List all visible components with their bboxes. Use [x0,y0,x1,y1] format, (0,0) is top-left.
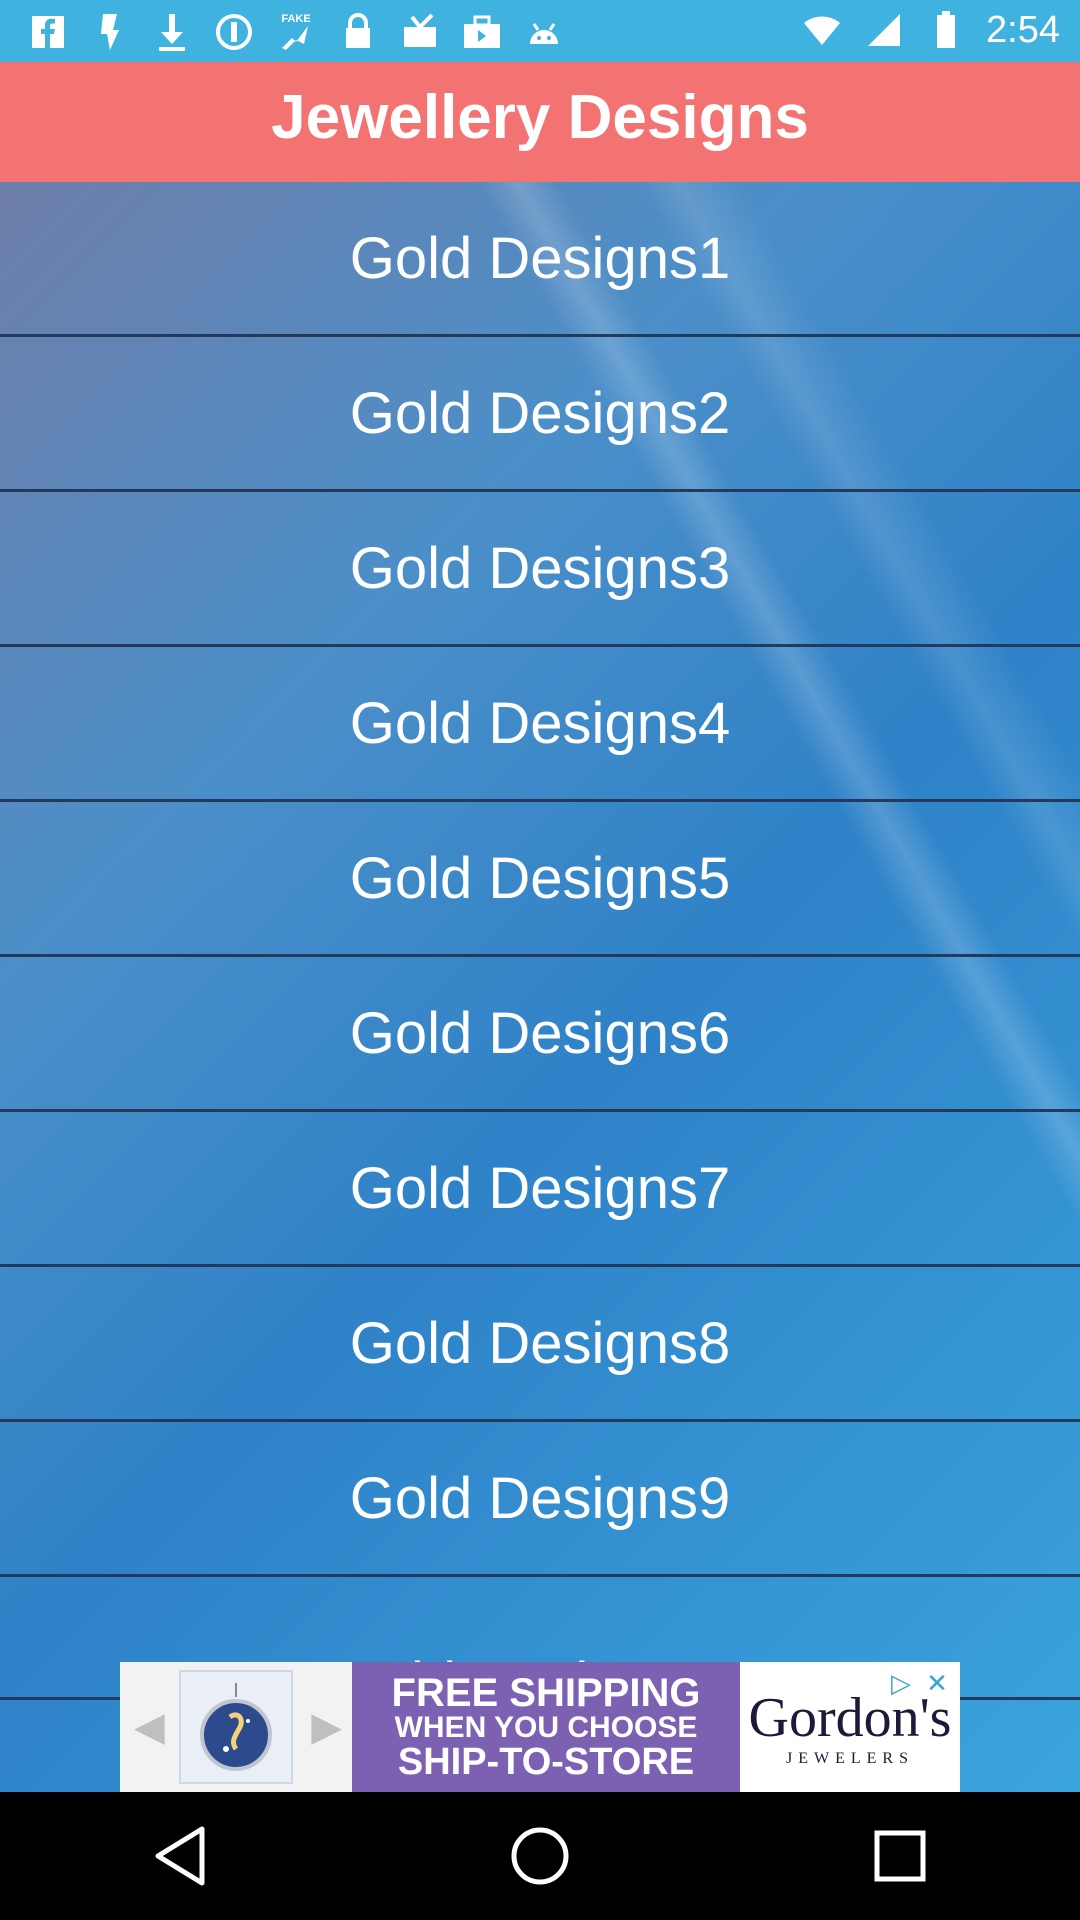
facebook-icon [26,10,70,54]
svg-text:FAKE: FAKE [281,13,310,25]
android-icon [522,10,566,54]
list-item-label: Gold Designs1 [349,225,731,291]
list-item-gold-designs-6[interactable]: Gold Designs6 [0,957,1080,1112]
ad-carousel[interactable]: ◀ ▶ [120,1662,352,1792]
ad-line-2: WHEN YOU CHOOSE [394,1711,698,1744]
status-right: 2:54 [800,8,1060,52]
ad-prev-arrow-icon[interactable]: ◀ [134,1704,165,1750]
ad-line-1: FREE SHIPPING [391,1671,701,1715]
list-item-label: Gold Designs3 [349,535,731,601]
ad-choices-icon[interactable]: ▷ [886,1668,916,1698]
back-icon[interactable] [135,1811,225,1901]
lock-icon [336,10,380,54]
ad-controls: ▷ ✕ [886,1668,952,1698]
recents-icon[interactable] [855,1811,945,1901]
list-item-label: Gold Designs8 [349,1310,731,1376]
brand-sub: JEWELERS [786,1750,914,1767]
list-item-label: Gold Designs5 [349,845,731,911]
list-item-label: Gold Designs7 [349,1155,731,1221]
download-icon [150,10,194,54]
mail-icon [398,10,442,54]
battery-icon [924,8,968,52]
list-item-gold-designs-3[interactable]: Gold Designs3 [0,492,1080,647]
list-item-label: Gold Designs9 [349,1465,731,1531]
system-nav-bar [0,1792,1080,1920]
briefcase-icon [460,10,504,54]
designs-list[interactable]: Gold Designs1 Gold Designs2 Gold Designs… [0,182,1080,1792]
signal-icon [862,8,906,52]
info-icon [212,10,256,54]
list-item-label: Gold Designs4 [349,690,731,756]
ad-banner[interactable]: ◀ ▶ FREE SHIPPING WHEN YOU CHOOSE SHIP-T… [120,1662,960,1792]
fake-gps-icon: FAKE [274,10,318,54]
notification-icons: FAKE [26,10,566,54]
pendant-image [179,1670,293,1784]
wifi-icon [800,8,844,52]
ad-next-arrow-icon[interactable]: ▶ [311,1704,342,1750]
page-title: Jewellery Designs [271,82,809,152]
ad-text[interactable]: FREE SHIPPING WHEN YOU CHOOSE SHIP-TO-ST… [352,1662,740,1792]
app-header: Jewellery Designs [0,62,1080,182]
ad-line-3: SHIP-TO-STORE [397,1741,695,1783]
list-item-gold-designs-8[interactable]: Gold Designs8 [0,1267,1080,1422]
list-item-gold-designs-4[interactable]: Gold Designs4 [0,647,1080,802]
list-item-label: Gold Designs6 [349,1000,731,1066]
list-item-gold-designs-1[interactable]: Gold Designs1 [0,182,1080,337]
list-item-gold-designs-7[interactable]: Gold Designs7 [0,1112,1080,1267]
home-icon[interactable] [495,1811,585,1901]
status-time: 2:54 [986,8,1060,51]
list-item-gold-designs-9[interactable]: Gold Designs9 [0,1422,1080,1577]
ad-brand[interactable]: ▷ ✕ Gordon's JEWELERS [740,1662,960,1792]
ad-close-icon[interactable]: ✕ [922,1668,952,1698]
list-item-gold-designs-5[interactable]: Gold Designs5 [0,802,1080,957]
list-item-label: Gold Designs2 [349,380,731,446]
list-item-gold-designs-2[interactable]: Gold Designs2 [0,337,1080,492]
tip-icon [88,10,132,54]
status-bar: FAKE 2:54 [0,0,1080,62]
